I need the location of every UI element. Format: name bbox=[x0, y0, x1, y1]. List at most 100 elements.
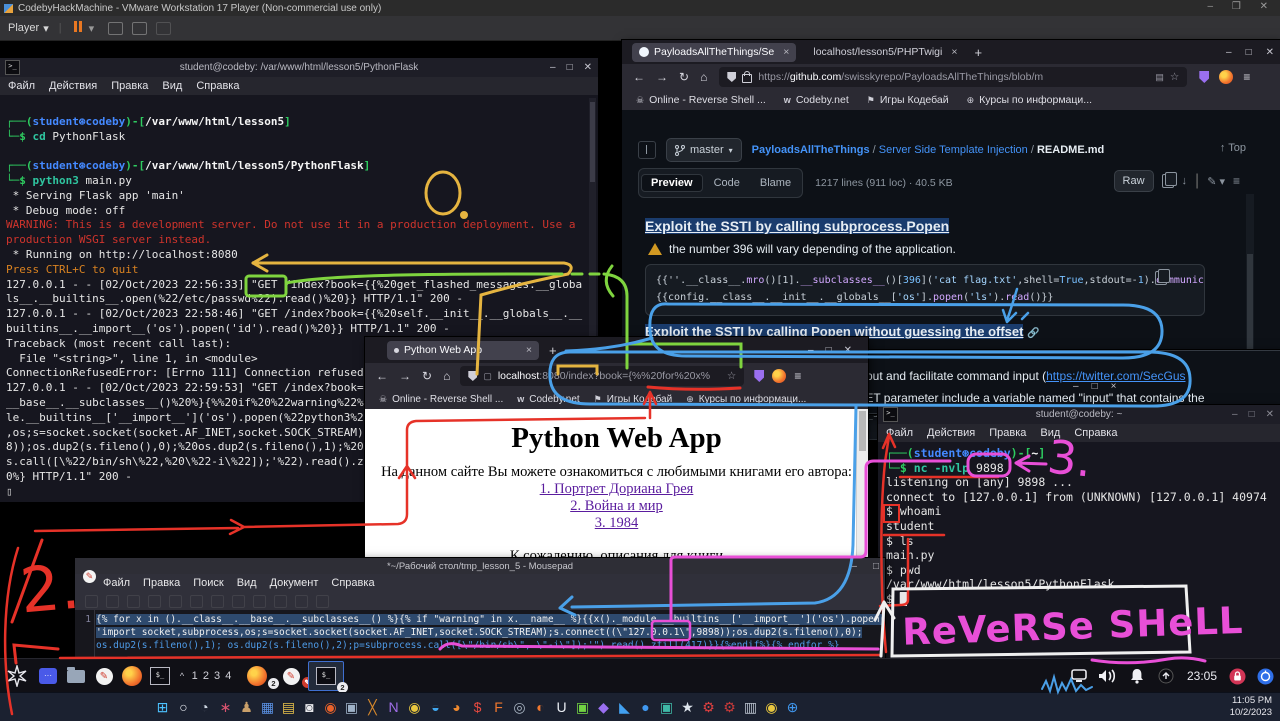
edge-icon[interactable]: ◒ bbox=[428, 699, 443, 715]
player-menu-caret-icon[interactable]: ▾ bbox=[43, 22, 49, 35]
download-icon[interactable]: ↓ bbox=[1182, 175, 1188, 187]
new-tab-button[interactable]: + bbox=[549, 343, 557, 358]
breadcrumb-repo[interactable]: PayloadsAllTheThings bbox=[752, 144, 870, 156]
tab-preview[interactable]: Preview bbox=[641, 174, 703, 192]
folder-icon[interactable] bbox=[62, 670, 90, 683]
book-link-1[interactable]: 1. Портрет Дориана Грея bbox=[540, 481, 694, 497]
close-button[interactable]: ✕ bbox=[1266, 409, 1274, 420]
terminal-titlebar[interactable]: >_ student@codeby: ~ –□✕ bbox=[878, 405, 1280, 424]
menu-item[interactable]: Правка bbox=[143, 577, 180, 589]
bookmark-star-icon[interactable]: ☆ bbox=[727, 370, 736, 382]
bookmark-courses[interactable]: ⊕Курсы по информаци... bbox=[686, 394, 806, 405]
menu-item[interactable]: Правка bbox=[111, 80, 148, 92]
printer-icon[interactable]: ▥ bbox=[743, 699, 758, 716]
bookmark-codeby[interactable]: wCodeby.net bbox=[784, 94, 849, 106]
mousepad-editor[interactable]: 1 {% for x in ().__class__.__base__.__su… bbox=[75, 610, 885, 658]
tab-payloadsallthethings[interactable]: PayloadsAllTheThings/Se× bbox=[632, 43, 796, 62]
new-tab-button[interactable]: + bbox=[975, 45, 983, 60]
finance-icon[interactable]: $ bbox=[470, 699, 485, 715]
hamburger-menu-icon[interactable]: ≡ bbox=[794, 369, 801, 383]
minimize-button[interactable]: – bbox=[550, 62, 556, 73]
code-block-subprocess[interactable]: {{''.__class__.mro()[1].__subclasses__()… bbox=[645, 264, 1205, 316]
hamburger-menu-icon[interactable]: ≡ bbox=[1243, 70, 1250, 84]
panel-expand-icon[interactable]: ^ bbox=[174, 671, 190, 681]
home-icon[interactable]: ⌂ bbox=[443, 369, 450, 383]
menu-item[interactable]: Документ bbox=[270, 577, 319, 589]
pause-caret-icon[interactable]: ▾ bbox=[89, 22, 95, 35]
menu-item[interactable]: Поиск bbox=[193, 577, 223, 589]
tab-close-icon[interactable]: × bbox=[783, 46, 789, 58]
new-file-icon[interactable] bbox=[85, 595, 98, 608]
reload-icon[interactable]: ↻ bbox=[422, 369, 432, 383]
minimize-button[interactable]: – bbox=[851, 561, 857, 572]
widgets-icon[interactable]: ◔ bbox=[197, 699, 212, 715]
firefox-account-icon[interactable] bbox=[1219, 70, 1233, 84]
forward-icon[interactable]: → bbox=[656, 70, 668, 84]
minimize-button[interactable]: – bbox=[1232, 409, 1238, 420]
vscode-icon[interactable]: ◣ bbox=[617, 699, 632, 716]
mousepad-titlebar[interactable]: *~/Рабочий стол/tmp_lesson_5 - Mousepad … bbox=[75, 558, 885, 574]
star-icon[interactable]: ★ bbox=[680, 699, 695, 716]
save-as-icon[interactable] bbox=[148, 595, 161, 608]
notifications-bell-icon[interactable] bbox=[1122, 668, 1152, 684]
minimize-button[interactable]: – bbox=[1226, 47, 1232, 58]
tracking-shield-icon[interactable] bbox=[468, 371, 477, 381]
cut-icon[interactable] bbox=[232, 595, 245, 608]
menu-item[interactable]: Действия bbox=[49, 80, 97, 92]
book-link-3[interactable]: 3. 1984 bbox=[595, 515, 639, 531]
volume-tray-icon[interactable] bbox=[1092, 668, 1122, 684]
menu-item[interactable]: Вид bbox=[237, 577, 257, 589]
notion-icon[interactable]: ◙ bbox=[302, 699, 317, 715]
branch-button[interactable]: master ▾ bbox=[666, 138, 742, 162]
tab-python-web-app[interactable]: Python Web App × bbox=[387, 341, 539, 360]
terminal-launcher-icon[interactable]: $_ bbox=[146, 667, 174, 685]
power-tray-icon[interactable] bbox=[1152, 668, 1180, 684]
close-button[interactable]: ✕ bbox=[1266, 47, 1274, 58]
raw-button[interactable]: Raw bbox=[1114, 170, 1154, 192]
ubuntu-icon[interactable]: ◉ bbox=[323, 699, 338, 716]
copy-icon[interactable] bbox=[253, 595, 266, 608]
undo-icon[interactable] bbox=[190, 595, 203, 608]
maximize-button[interactable]: □ bbox=[567, 62, 573, 73]
excel-icon[interactable]: ▦ bbox=[260, 699, 275, 716]
menu-item[interactable]: Файл bbox=[8, 80, 35, 92]
paste-icon[interactable] bbox=[274, 595, 287, 608]
camera-icon[interactable]: ▣ bbox=[659, 699, 674, 716]
blender-icon[interactable]: ◐ bbox=[533, 699, 548, 715]
terminal-titlebar[interactable]: >_ student@codeby: /var/www/html/lesson5… bbox=[0, 58, 598, 77]
chrome-icon[interactable]: ◉ bbox=[407, 699, 422, 716]
visual-studio-icon[interactable]: ◆ bbox=[596, 699, 611, 716]
maximize-button[interactable]: □ bbox=[1249, 409, 1255, 420]
mousepad-launcher-icon[interactable]: ✎ bbox=[90, 668, 118, 685]
home-icon[interactable]: ⌂ bbox=[700, 70, 707, 84]
menu-item[interactable]: Справка bbox=[1074, 427, 1117, 439]
screen-lock-icon[interactable] bbox=[1224, 668, 1250, 685]
book-icon[interactable]: F bbox=[491, 699, 506, 715]
find-icon[interactable] bbox=[295, 595, 308, 608]
close-button[interactable]: ✕ bbox=[584, 62, 592, 73]
firefox-account-icon[interactable] bbox=[772, 369, 786, 383]
file-manager-icon[interactable]: ··· bbox=[34, 668, 62, 684]
open-file-icon[interactable] bbox=[106, 595, 119, 608]
search-icon[interactable]: ○ bbox=[176, 699, 191, 715]
pause-vm-button[interactable] bbox=[74, 21, 84, 35]
save-icon[interactable] bbox=[127, 595, 140, 608]
outline-icon[interactable]: ≡ bbox=[1233, 174, 1240, 188]
maximize-button[interactable]: □ bbox=[1246, 47, 1252, 58]
vmware-window-controls[interactable]: – ❒ ✕ bbox=[1208, 1, 1276, 12]
share-icon[interactable]: ╳ bbox=[365, 699, 380, 716]
taskbar-firefox-running[interactable]: 2 bbox=[240, 666, 274, 686]
bookmark-games[interactable]: ⚑Игры Кодебай bbox=[867, 94, 949, 106]
menu-item[interactable]: Вид bbox=[162, 80, 182, 92]
back-icon[interactable]: ← bbox=[633, 70, 645, 84]
breadcrumb-dir[interactable]: Server Side Template Injection bbox=[879, 144, 1028, 156]
tab-localhost-phptwig[interactable]: localhost/lesson5/PHPTwigi× bbox=[806, 43, 964, 62]
tracking-shield-icon[interactable] bbox=[727, 72, 736, 82]
firefox-icon[interactable]: ◕ bbox=[449, 699, 464, 715]
bookmark-star-icon[interactable]: ☆ bbox=[1170, 71, 1179, 83]
reload-icon[interactable]: ↻ bbox=[679, 70, 689, 84]
vm-clock[interactable]: 23:05 bbox=[1180, 669, 1224, 683]
menu-item[interactable]: Правка bbox=[989, 427, 1026, 439]
payload-code[interactable]: {% for x in ().__class__.__base__.__subc… bbox=[96, 613, 885, 652]
gear-red-icon[interactable]: ⚙ bbox=[701, 699, 716, 716]
